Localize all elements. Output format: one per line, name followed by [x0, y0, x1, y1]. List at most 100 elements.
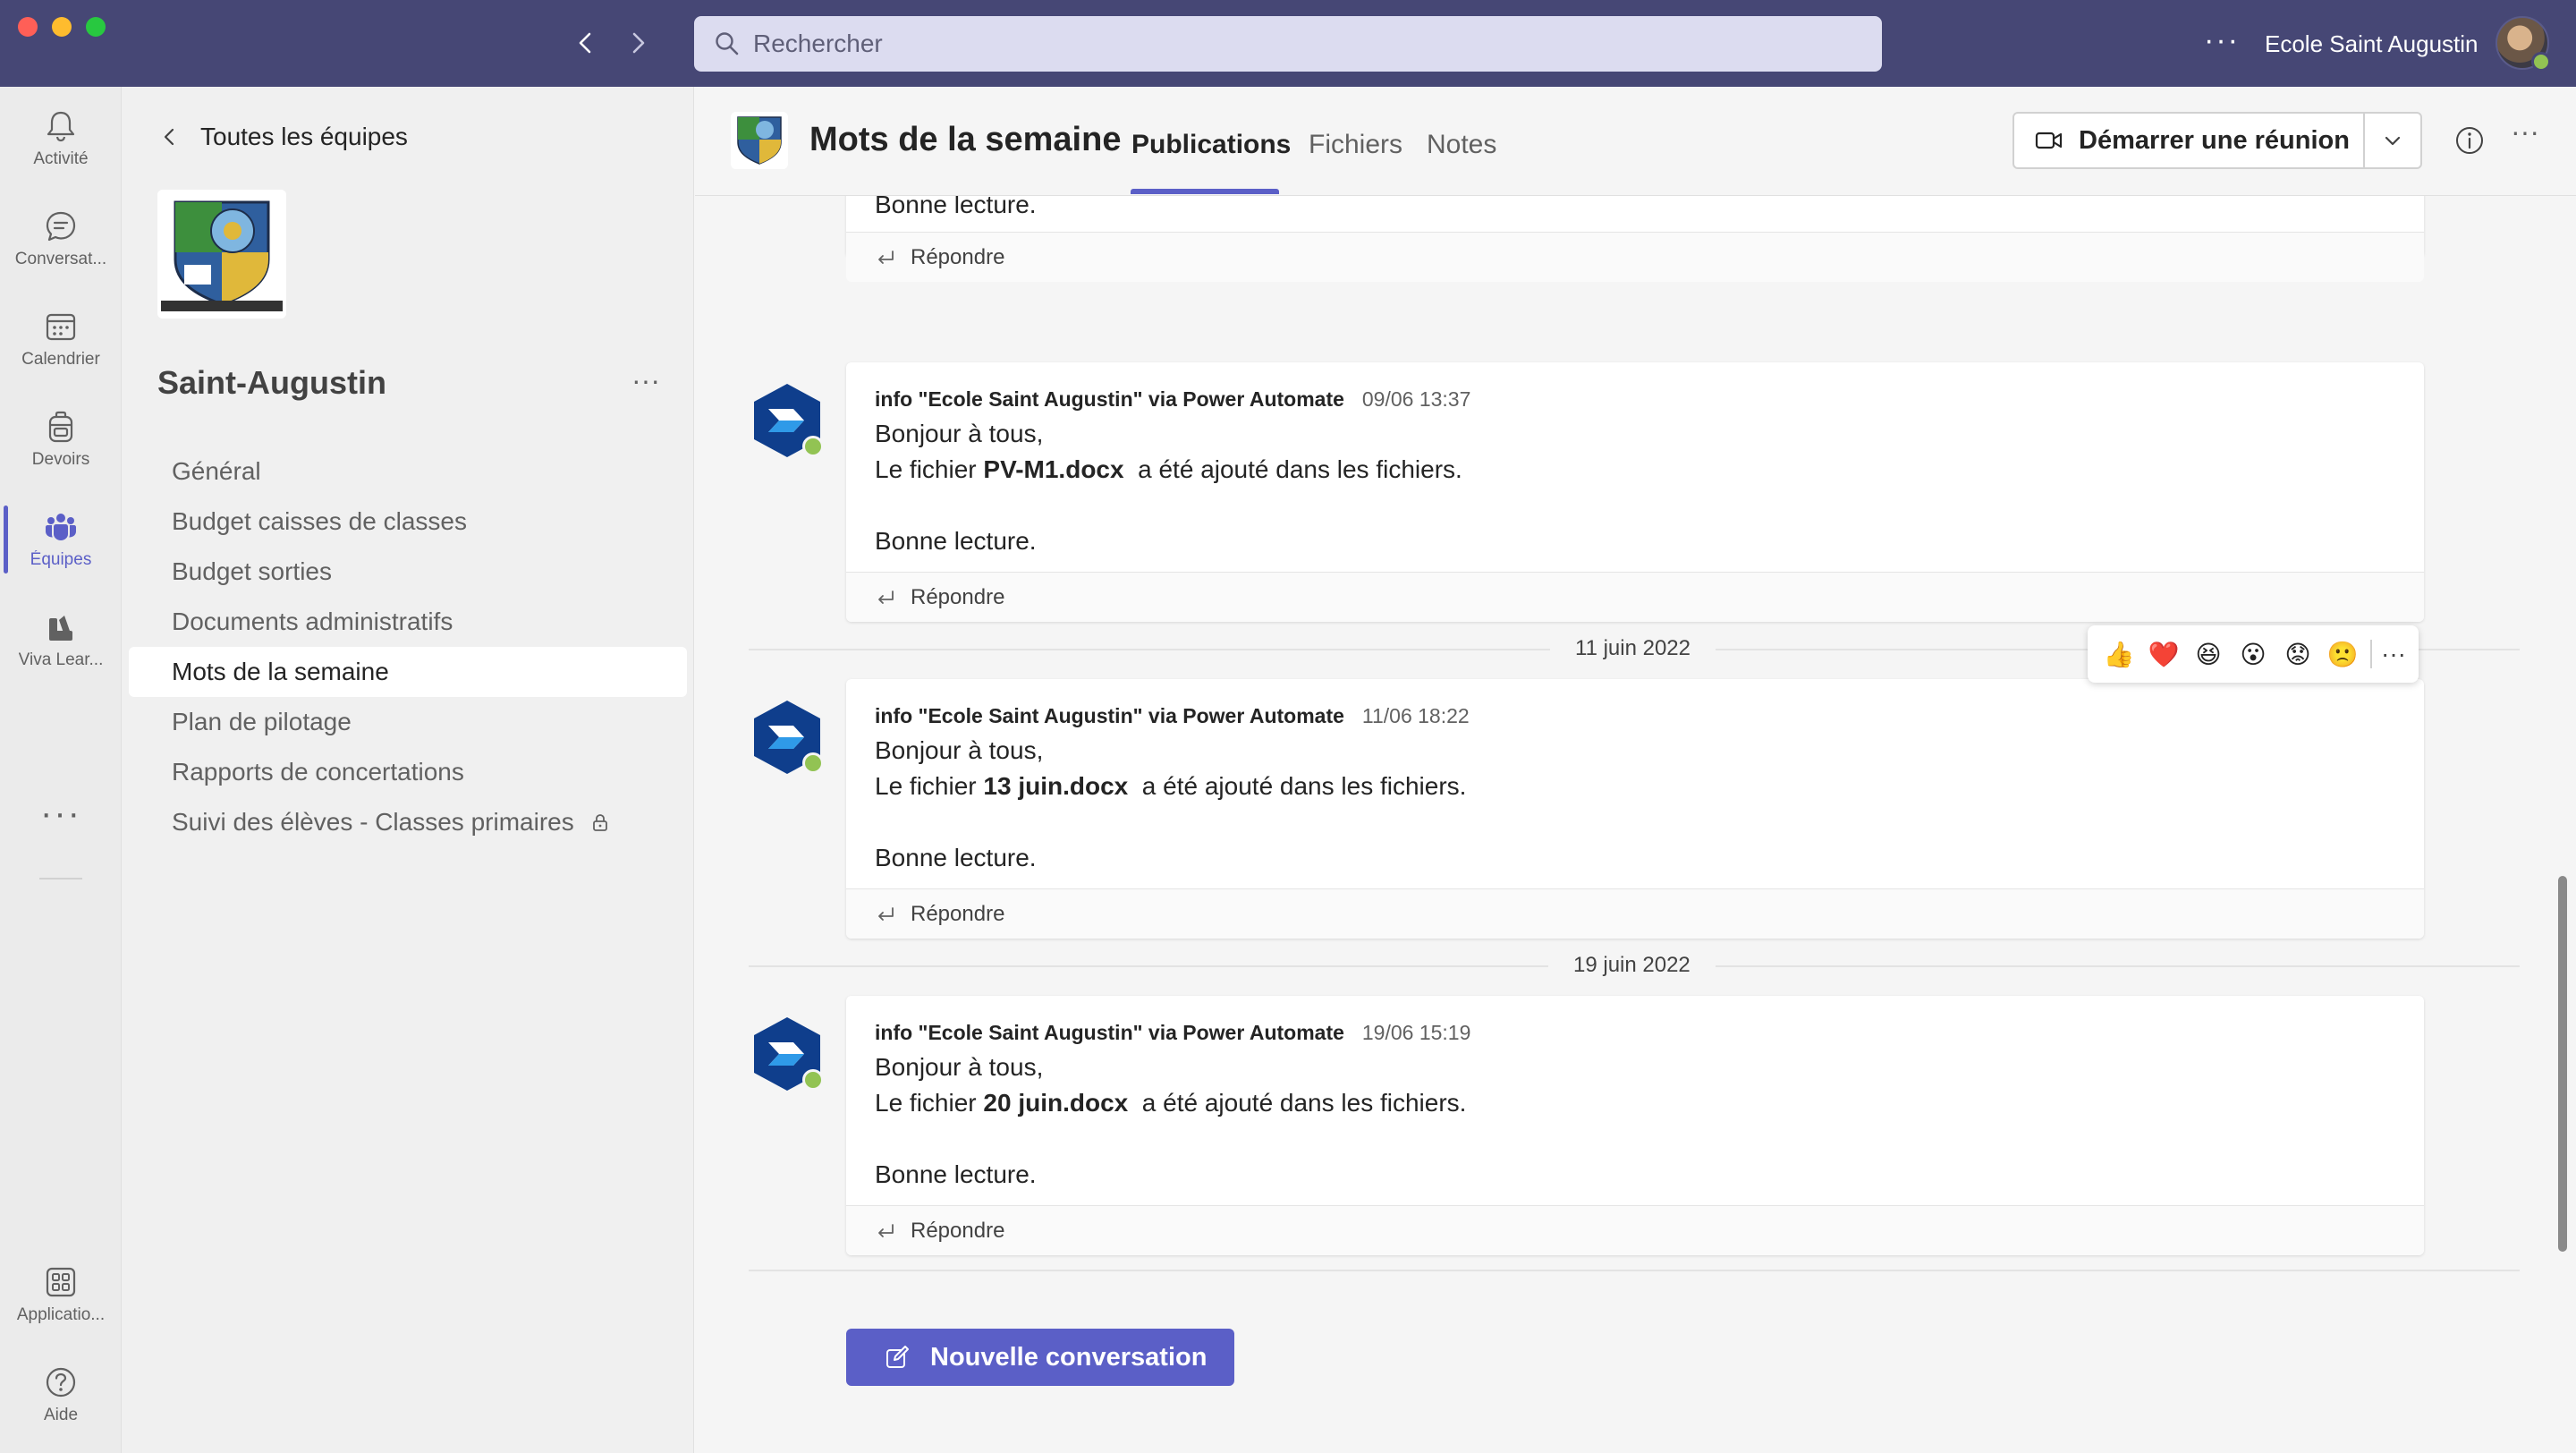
rail-item-activity[interactable]: Activité [0, 94, 122, 183]
more-apps-icon[interactable]: ··· [0, 794, 122, 834]
channel-documents-administratifs[interactable]: Documents administratifs [129, 597, 687, 647]
chat-icon [46, 211, 76, 242]
channel-title: Mots de la semaine [809, 121, 1122, 158]
reply-label: Répondre [911, 901, 1005, 926]
back-arrow-icon[interactable] [570, 27, 602, 59]
reply-button[interactable]: Répondre [846, 232, 2424, 282]
more-options-icon[interactable]: ··· [2204, 23, 2240, 58]
message-greeting: Bonjour à tous, [875, 420, 1044, 447]
message-closing: Bonne lecture. [875, 1160, 1037, 1188]
reply-arrow-icon [878, 906, 894, 921]
channel-label: Plan de pilotage [172, 708, 352, 735]
presence-available-icon [802, 752, 824, 774]
channel-suivi-des-eleves[interactable]: Suivi des élèves - Classes primaires [129, 797, 687, 847]
reply-label: Répondre [911, 584, 1005, 609]
team-logo [157, 190, 286, 319]
power-automate-avatar[interactable] [749, 699, 826, 776]
start-meeting-button[interactable]: Démarrer une réunion [2012, 112, 2365, 169]
message-more-options-icon[interactable]: ··· [2381, 640, 2406, 668]
rail-item-chat[interactable]: Conversat... [0, 194, 122, 284]
channel-budget-sorties[interactable]: Budget sorties [129, 547, 687, 597]
laugh-reaction-icon[interactable]: 😆 [2188, 633, 2229, 675]
team-panel: Toutes les équipes Saint-Augustin ··· Gé… [122, 87, 694, 1453]
surprised-reaction-icon[interactable]: 😮 [2233, 633, 2274, 675]
reply-button[interactable]: Répondre [846, 888, 2424, 939]
rail-item-assignments[interactable]: Devoirs [0, 395, 122, 484]
compose-icon [886, 1346, 909, 1368]
all-teams-link[interactable]: Toutes les équipes [157, 123, 408, 151]
power-automate-avatar[interactable] [749, 1015, 826, 1092]
search-bar[interactable] [694, 16, 1882, 72]
maximize-window-button[interactable] [86, 17, 106, 37]
rail-item-label: Conversat... [14, 250, 107, 268]
like-reaction-icon[interactable]: 👍 [2098, 633, 2140, 675]
presence-available-icon [802, 436, 824, 457]
reply-arrow-icon [878, 250, 894, 264]
start-meeting-label: Démarrer une réunion [2079, 125, 2350, 155]
reply-label: Répondre [911, 1218, 1005, 1243]
tab-publications[interactable]: Publications [1131, 130, 1291, 160]
power-automate-avatar[interactable] [749, 382, 826, 459]
rail-item-viva-learning[interactable]: Viva Lear... [0, 595, 122, 684]
info-icon[interactable] [2453, 124, 2486, 157]
channel-general[interactable]: Général [129, 446, 687, 497]
feed-scrollbar[interactable] [2558, 876, 2567, 1252]
channel-budget-caisses[interactable]: Budget caisses de classes [129, 497, 687, 547]
team-more-options-icon[interactable]: ··· [631, 364, 660, 397]
forward-arrow-icon[interactable] [622, 27, 654, 59]
chevron-left-icon [164, 128, 174, 146]
avatar[interactable] [2496, 16, 2551, 72]
channel-mots-de-la-semaine[interactable]: Mots de la semaine [129, 647, 687, 697]
message-text-suffix: a été ajouté dans les fichiers. [1123, 455, 1462, 483]
message-timestamp: 19/06 15:19 [1361, 1021, 1471, 1044]
message-closing: Bonne lecture. [875, 844, 1037, 871]
message-greeting: Bonjour à tous, [875, 736, 1044, 764]
rail-item-help[interactable]: Aide [0, 1350, 122, 1440]
account-name[interactable]: Ecole Saint Augustin [2265, 30, 2479, 58]
reaction-bar: 👍 ❤️ 😆 😮 😟 🙁 ··· [2088, 625, 2419, 683]
all-teams-label: Toutes les équipes [200, 123, 408, 150]
message-timestamp: 09/06 13:37 [1361, 387, 1471, 411]
file-name: 20 juin.docx [983, 1089, 1129, 1117]
divider [2370, 640, 2372, 668]
rail-item-label: Équipes [30, 550, 92, 569]
reply-arrow-icon [878, 590, 894, 604]
rail-item-teams[interactable]: Équipes [0, 495, 122, 584]
sad-reaction-icon[interactable]: 😟 [2277, 633, 2318, 675]
reply-button[interactable]: Répondre [846, 1205, 2424, 1255]
new-conversation-button[interactable]: Nouvelle conversation [846, 1329, 1234, 1386]
message-author[interactable]: info "Ecole Saint Augustin" via Power Au… [875, 704, 1344, 727]
channel-rapports-de-concertations[interactable]: Rapports de concertations [129, 747, 687, 797]
message-closing: Bonne lecture. [875, 196, 1037, 218]
channel-label: Budget caisses de classes [172, 507, 467, 535]
message-closing: Bonne lecture. [875, 527, 1037, 555]
channel-label: Suivi des élèves - Classes primaires [172, 808, 574, 836]
presence-available-icon [802, 1069, 824, 1091]
angry-reaction-icon[interactable]: 🙁 [2322, 633, 2363, 675]
minimize-window-button[interactable] [52, 17, 72, 37]
rail-item-label: Devoirs [31, 450, 90, 469]
tab-fichiers[interactable]: Fichiers [1309, 130, 1402, 160]
rail-item-label: Applicatio... [16, 1305, 106, 1324]
channel-label: Rapports de concertations [172, 758, 464, 786]
presence-available-icon [2531, 52, 2551, 72]
message-text-prefix: Le fichier [875, 1089, 984, 1117]
backpack-icon [48, 411, 73, 443]
message-author[interactable]: info "Ecole Saint Augustin" via Power Au… [875, 1021, 1344, 1044]
search-input[interactable] [753, 30, 1826, 58]
channel-label: Mots de la semaine [172, 658, 389, 685]
divider [39, 878, 82, 879]
tab-notes[interactable]: Notes [1427, 130, 1496, 160]
rail-item-apps[interactable]: Applicatio... [0, 1250, 122, 1339]
meeting-options-dropdown[interactable] [2363, 112, 2422, 169]
message-card: info "Ecole Saint Augustin" via Power Au… [846, 996, 2424, 1255]
rail-item-calendar[interactable]: Calendrier [0, 294, 122, 384]
rail-item-label: Calendrier [21, 350, 100, 369]
reply-arrow-icon [878, 1223, 894, 1237]
heart-reaction-icon[interactable]: ❤️ [2143, 633, 2184, 675]
channel-more-options-icon[interactable]: ··· [2511, 115, 2539, 149]
channel-plan-de-pilotage[interactable]: Plan de pilotage [129, 697, 687, 747]
reply-button[interactable]: Répondre [846, 572, 2424, 622]
message-author[interactable]: info "Ecole Saint Augustin" via Power Au… [875, 387, 1344, 411]
close-window-button[interactable] [18, 17, 38, 37]
